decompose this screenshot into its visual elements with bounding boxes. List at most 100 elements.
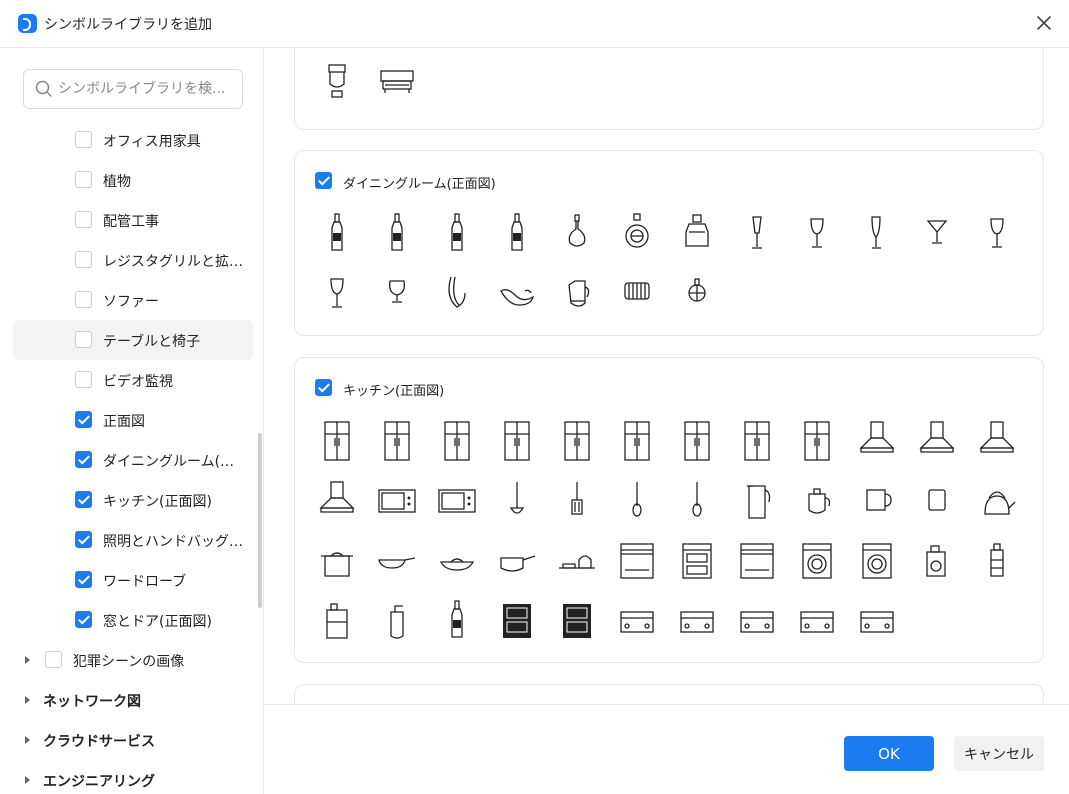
spoon-icon[interactable] xyxy=(677,476,717,524)
flute-glass-icon[interactable] xyxy=(737,209,777,257)
caret-right-icon[interactable] xyxy=(25,696,30,704)
washing-machine-icon[interactable] xyxy=(857,536,897,584)
appliance-icon[interactable] xyxy=(797,596,837,644)
wine-glass-icon[interactable] xyxy=(317,269,357,317)
cabinet-icon[interactable] xyxy=(557,596,597,644)
fridge-icon[interactable] xyxy=(557,416,597,464)
sidebar-item[interactable]: 正面図 xyxy=(13,400,253,440)
sidebar-item-checkbox[interactable] xyxy=(75,251,92,268)
sidebar-item[interactable]: キッチン(正面図) xyxy=(13,480,253,520)
sidebar-item[interactable]: 配管工事 xyxy=(13,200,253,240)
appliance-icon[interactable] xyxy=(677,596,717,644)
cancel-button[interactable]: キャンセル xyxy=(954,736,1044,771)
ladle-icon[interactable] xyxy=(497,476,537,524)
globe-bottle-icon[interactable] xyxy=(677,269,717,317)
range-hood-icon[interactable] xyxy=(857,416,897,464)
mug-icon[interactable] xyxy=(857,476,897,524)
jerrycan-icon[interactable] xyxy=(317,596,357,644)
wine-glass-icon[interactable] xyxy=(977,209,1017,257)
fridge-icon[interactable] xyxy=(377,416,417,464)
appliance-icon[interactable] xyxy=(857,596,897,644)
wok-icon[interactable] xyxy=(437,536,477,584)
appliance-icon[interactable] xyxy=(617,596,657,644)
sidebar-item-checkbox[interactable] xyxy=(75,491,92,508)
sidebar-item[interactable]: ワードローブ xyxy=(13,560,253,600)
sidebar-item-checkbox[interactable] xyxy=(75,331,92,348)
detergent-bottle-icon[interactable] xyxy=(977,536,1017,584)
teapot-icon[interactable] xyxy=(797,476,837,524)
sidebar-item-checkbox[interactable] xyxy=(45,651,62,668)
range-hood-icon[interactable] xyxy=(977,416,1017,464)
caret-right-icon[interactable] xyxy=(25,776,30,784)
bottle-icon[interactable] xyxy=(437,596,477,644)
range-hood-icon[interactable] xyxy=(917,416,957,464)
fridge-icon[interactable] xyxy=(737,416,777,464)
kettle-icon[interactable] xyxy=(977,476,1017,524)
sidebar-item[interactable]: レジスタグリルと拡散器 xyxy=(13,240,253,280)
fridge-icon[interactable] xyxy=(437,416,477,464)
bottle-icon[interactable] xyxy=(437,209,477,257)
sidebar-item-checkbox[interactable] xyxy=(75,131,92,148)
microwave-icon[interactable] xyxy=(437,476,477,524)
section-checkbox[interactable] xyxy=(315,172,332,189)
oven-icon[interactable] xyxy=(677,536,717,584)
decanter-icon[interactable] xyxy=(557,209,597,257)
sidebar-item[interactable]: 植物 xyxy=(13,160,253,200)
spatula-icon[interactable] xyxy=(557,476,597,524)
pitcher-icon[interactable] xyxy=(557,269,597,317)
section-checkbox[interactable] xyxy=(315,379,332,396)
fridge-icon[interactable] xyxy=(617,416,657,464)
sidebar-item-checkbox[interactable] xyxy=(75,451,92,468)
kettle-jug-icon[interactable] xyxy=(737,476,777,524)
dishwasher-icon[interactable] xyxy=(617,536,657,584)
caret-right-icon[interactable] xyxy=(25,736,30,744)
sidebar-item[interactable]: 照明とハンドバッグ(正面図) xyxy=(13,520,253,560)
cabinet-icon[interactable] xyxy=(497,596,537,644)
pot-icon[interactable] xyxy=(317,536,357,584)
fridge-icon[interactable] xyxy=(497,416,537,464)
search-box[interactable] xyxy=(23,69,243,109)
martini-glass-icon[interactable] xyxy=(917,209,957,257)
sidebar-item-checkbox[interactable] xyxy=(75,411,92,428)
champagne-flute-icon[interactable] xyxy=(857,209,897,257)
grill-icon[interactable] xyxy=(377,57,417,105)
microwave-icon[interactable] xyxy=(377,476,417,524)
bottle-icon[interactable] xyxy=(377,209,417,257)
sidebar-item-checkbox[interactable] xyxy=(75,531,92,548)
brandy-glass-icon[interactable] xyxy=(377,269,417,317)
washing-machine-icon[interactable] xyxy=(797,536,837,584)
toilet-icon[interactable] xyxy=(317,57,357,105)
fridge-icon[interactable] xyxy=(797,416,837,464)
search-input[interactable] xyxy=(58,79,236,99)
fridge-icon[interactable] xyxy=(317,416,357,464)
caret-right-icon[interactable] xyxy=(25,656,30,664)
perfume-bottle-icon[interactable] xyxy=(677,209,717,257)
sidebar-scrollbar[interactable] xyxy=(258,433,262,608)
cup-icon[interactable] xyxy=(917,476,957,524)
sidebar-item[interactable]: ビデオ監視 xyxy=(13,360,253,400)
sidebar-item[interactable]: 窓とドア(正面図) xyxy=(13,600,253,640)
bottle-icon[interactable] xyxy=(317,209,357,257)
sidebar-group[interactable]: クラウドサービス xyxy=(13,720,253,760)
sidebar-item-checkbox[interactable] xyxy=(75,611,92,628)
sidebar-group[interactable]: エンジニアリング xyxy=(13,760,253,794)
stove-set-icon[interactable] xyxy=(557,536,597,584)
gravy-boat-icon[interactable] xyxy=(497,269,537,317)
dishwasher-icon[interactable] xyxy=(737,536,777,584)
sidebar-item[interactable]: ダイニングルーム(正面図) xyxy=(13,440,253,480)
barrel-icon[interactable] xyxy=(617,269,657,317)
ok-button[interactable]: OK xyxy=(844,736,934,771)
fridge-icon[interactable] xyxy=(677,416,717,464)
detergent-icon[interactable] xyxy=(917,536,957,584)
sidebar-item-checkbox[interactable] xyxy=(75,291,92,308)
range-hood-icon[interactable] xyxy=(317,476,357,524)
saucepan-icon[interactable] xyxy=(497,536,537,584)
sidebar-item[interactable]: オフィス用家具 xyxy=(13,120,253,160)
bottle-icon[interactable] xyxy=(497,209,537,257)
sidebar-group[interactable]: ネットワーク図 xyxy=(13,680,253,720)
wine-glass-icon[interactable] xyxy=(797,209,837,257)
sidebar-item-checkbox[interactable] xyxy=(75,371,92,388)
frying-pan-icon[interactable] xyxy=(377,536,417,584)
sidebar-item-checkbox[interactable] xyxy=(75,171,92,188)
sidebar-item[interactable]: テーブルと椅子 xyxy=(13,320,253,360)
